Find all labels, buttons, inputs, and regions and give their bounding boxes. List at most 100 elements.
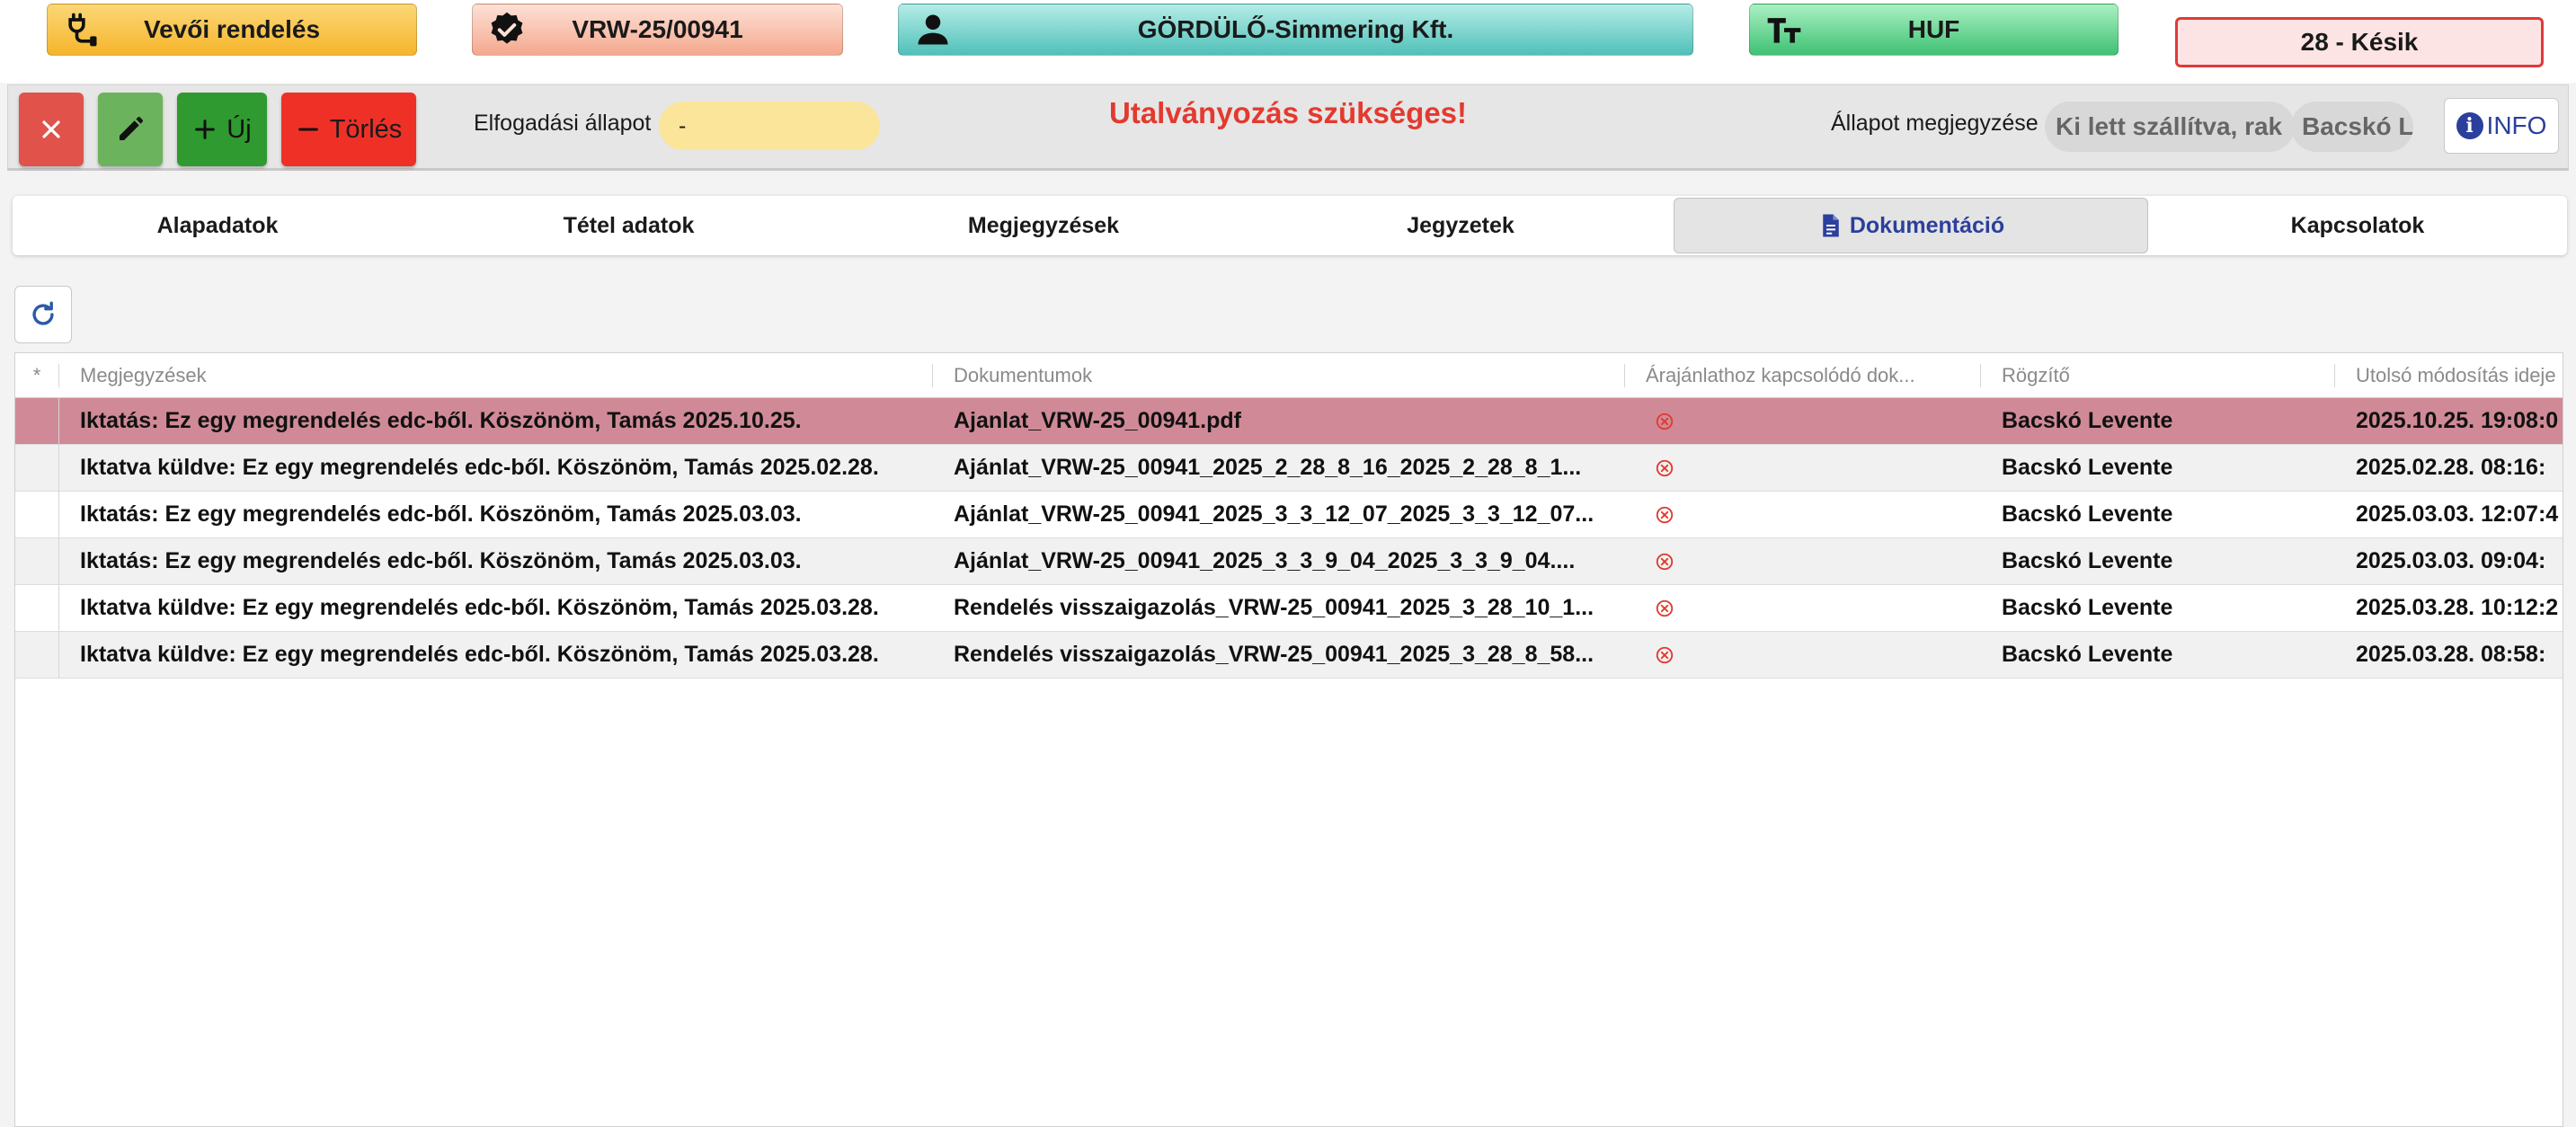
x-circle-icon (1656, 599, 1674, 617)
order-code-badge[interactable]: VRW-25/00941 (472, 4, 843, 56)
cell-document[interactable]: Ajánlat_VRW-25_00941_2025_2_28_8_16_2025… (954, 445, 1619, 491)
cell-quote-linked (1655, 585, 1691, 631)
person-icon (918, 14, 948, 45)
x-circle-icon (1656, 553, 1674, 570)
partner-label: GÖRDÜLŐ-Simmering Kft. (1137, 15, 1454, 43)
refresh-button[interactable] (14, 286, 72, 343)
status-note-text: Ki lett szállítva, rak (2056, 112, 2283, 140)
refresh-icon (32, 301, 54, 325)
info-button-label: INFO (2486, 111, 2547, 139)
payment-warning: Utalványozás szükséges! (1109, 96, 1468, 129)
cell-recorder: Bacskó Levente (2002, 455, 2173, 480)
tab-label: Megjegyzések (967, 212, 1120, 238)
cell-recorder: Bacskó Levente (2002, 408, 2173, 433)
order-type-label: Vevői rendelés (143, 15, 321, 43)
cell-recorder: Bacskó Levente (2002, 642, 2173, 667)
tab-alapadatok[interactable]: Alapadatok (13, 198, 422, 253)
close-button[interactable] (19, 93, 84, 166)
order-code-label: VRW-25/00941 (572, 15, 743, 43)
tab-label: Jegyzetek (1407, 212, 1515, 238)
tab-dokumentacio[interactable]: Dokumentáció (1674, 198, 2148, 253)
row-divider (58, 492, 59, 538)
tab-megjegyzesek[interactable]: Megjegyzések (835, 198, 1252, 253)
table-row[interactable]: Iktatva küldve: Ez egy megrendelés edc-b… (15, 632, 2563, 679)
tab-tetel-adatok[interactable]: Tétel adatok (422, 198, 835, 253)
tab-kapcsolatok[interactable]: Kapcsolatok (2148, 198, 2567, 253)
action-toolbar: Új Törlés Elfogadási állapot - Utalványo… (7, 84, 2569, 171)
cell-modified: 2025.03.03. 12:07:4 (2356, 501, 2559, 527)
table-row[interactable]: Iktatva küldve: Ez egy megrendelés edc-b… (15, 585, 2563, 632)
status-badge[interactable]: 28 - Késik (2175, 17, 2544, 67)
cell-notes: Iktatva küldve: Ez egy megrendelés edc-b… (80, 455, 879, 480)
grid-header: * Megjegyzések Dokumentumok Árajánlathoz… (15, 353, 2563, 398)
status-note-user: Bacskó L (2302, 112, 2413, 140)
column-header-star[interactable]: * (15, 353, 58, 398)
column-header-modified[interactable]: Utolsó módosítás ideje (2356, 353, 2563, 398)
table-row[interactable]: Iktatva küldve: Ez egy megrendelés edc-b… (15, 445, 2563, 492)
cell-quote-linked (1655, 492, 1691, 537)
x-circle-icon (1656, 413, 1674, 430)
cell-modified: 2025.03.28. 08:58: (2356, 642, 2546, 667)
order-type-badge[interactable]: Vevői rendelés (47, 4, 417, 56)
plug-icon (68, 13, 97, 47)
cell-document[interactable]: Ajánlat_VRW-25_00941_2025_3_3_9_04_2025_… (954, 538, 1619, 584)
row-divider (58, 632, 59, 679)
column-header-recorder[interactable]: Rögzítő (2002, 353, 2334, 398)
column-divider[interactable] (932, 364, 933, 387)
status-note-chip[interactable]: Ki lett szállítva, rak (2045, 102, 2295, 152)
cell-document[interactable]: Ajánlat_VRW-25_00941_2025_3_3_12_07_2025… (954, 492, 1619, 537)
cell-quote-linked (1655, 398, 1691, 444)
tab-label: Dokumentáció (1849, 212, 2005, 238)
currency-badge[interactable]: HUF (1749, 4, 2119, 56)
minus-icon (298, 128, 318, 131)
verified-badge-icon (491, 12, 523, 44)
row-divider (58, 538, 59, 585)
cell-modified: 2025.10.25. 19:08:0 (2356, 408, 2559, 433)
cell-modified: 2025.02.28. 08:16: (2356, 455, 2546, 480)
table-row[interactable]: Iktatás: Ez egy megrendelés edc-ből. Kös… (15, 492, 2563, 538)
document-icon (1823, 214, 1839, 237)
pencil-icon (120, 117, 143, 140)
cell-recorder: Bacskó Levente (2002, 501, 2173, 527)
x-circle-icon (1656, 459, 1674, 476)
column-divider[interactable] (1624, 364, 1625, 387)
tab-label: Kapcsolatok (2290, 212, 2425, 238)
column-divider[interactable] (2334, 364, 2335, 387)
cell-document[interactable]: Rendelés visszaigazolás_VRW-25_00941_202… (954, 632, 1619, 678)
x-circle-icon (1656, 646, 1674, 663)
table-row[interactable]: Iktatás: Ez egy megrendelés edc-ből. Kös… (15, 538, 2563, 585)
tab-label: Alapadatok (156, 212, 279, 238)
cell-quote-linked (1655, 632, 1691, 678)
table-row[interactable]: Iktatás: Ez egy megrendelés edc-ből. Kös… (15, 398, 2563, 445)
cell-recorder: Bacskó Levente (2002, 548, 2173, 573)
x-circle-icon (1656, 506, 1674, 523)
info-button[interactable]: i INFO (2444, 98, 2559, 154)
text-size-icon (1767, 18, 1801, 43)
plus-icon (195, 120, 216, 139)
row-divider (58, 398, 59, 445)
column-divider[interactable] (1980, 364, 1981, 387)
delete-button[interactable]: Törlés (281, 93, 416, 166)
cell-modified: 2025.03.03. 09:04: (2356, 548, 2546, 573)
column-header-quote-docs[interactable]: Árajánlathoz kapcsolódó dok... (1646, 353, 1978, 398)
cell-quote-linked (1655, 445, 1691, 491)
cell-recorder: Bacskó Levente (2002, 595, 2173, 620)
cell-notes: Iktatás: Ez egy megrendelés edc-ből. Kös… (80, 548, 802, 573)
column-header-notes[interactable]: Megjegyzések (80, 353, 925, 398)
edit-button[interactable] (98, 93, 163, 166)
cell-document[interactable]: Rendelés visszaigazolás_VRW-25_00941_202… (954, 585, 1619, 631)
new-button[interactable]: Új (177, 93, 267, 166)
cell-document[interactable]: Ajanlat_VRW-25_00941.pdf (954, 398, 1619, 444)
cell-notes: Iktatás: Ez egy megrendelés edc-ből. Kös… (80, 501, 802, 527)
acceptance-status-field[interactable]: - (659, 102, 880, 150)
tab-jegyzetek[interactable]: Jegyzetek (1252, 198, 1669, 253)
cell-quote-linked (1655, 538, 1691, 584)
partner-badge[interactable]: GÖRDÜLŐ-Simmering Kft. (898, 4, 1693, 56)
currency-label: HUF (1907, 15, 1960, 43)
tab-bar: Alapadatok Tétel adatok Megjegyzések Jeg… (13, 196, 2567, 255)
cell-notes: Iktatva küldve: Ez egy megrendelés edc-b… (80, 642, 879, 667)
column-divider[interactable] (58, 364, 59, 387)
acceptance-status-value: - (679, 112, 687, 138)
column-header-documents[interactable]: Dokumentumok (954, 353, 1619, 398)
status-note-user-chip[interactable]: Bacskó L (2291, 102, 2413, 152)
